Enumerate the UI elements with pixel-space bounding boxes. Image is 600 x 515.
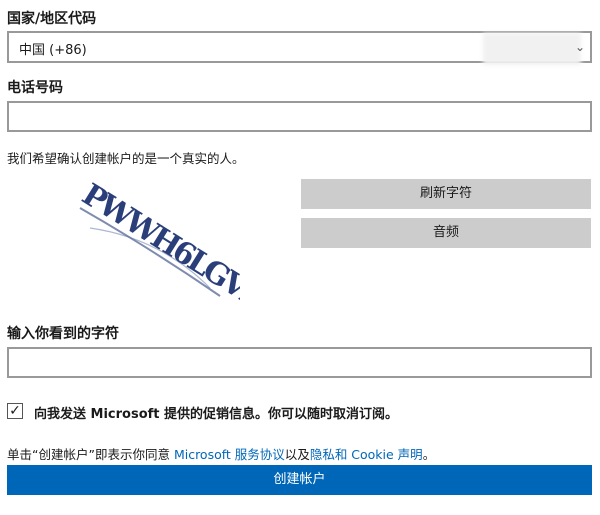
terms-middle: 以及: [284, 447, 310, 462]
terms-prefix: 单击“创建帐户”即表示你同意: [7, 447, 174, 462]
captcha-image: PWWH6LGVK: [76, 178, 240, 318]
blurred-region: [483, 33, 581, 65]
terms-text: 单击“创建帐户”即表示你同意 Microsoft 服务协议以及隐私和 Cooki…: [7, 444, 435, 463]
country-code-value: 中国 (+86): [19, 43, 87, 58]
country-code-select[interactable]: 中国 (+86) ⌄: [7, 31, 592, 65]
chevron-down-icon: ⌄: [574, 40, 585, 54]
audio-button[interactable]: 音频: [301, 218, 591, 248]
captcha-prompt: 我们希望确认创建帐户的是一个真实的人。: [7, 151, 245, 166]
phone-number-input[interactable]: [7, 101, 592, 132]
captcha-input-label: 输入你看到的字符: [7, 326, 119, 342]
captcha-text: PWWH6LGVK: [76, 178, 240, 318]
privacy-statement-link[interactable]: 隐私和 Cookie 声明: [310, 447, 423, 462]
service-agreement-link[interactable]: Microsoft 服务协议: [174, 447, 285, 462]
country-code-label: 国家/地区代码: [7, 11, 97, 27]
terms-suffix: 。: [422, 447, 436, 462]
phone-number-label: 电话号码: [7, 80, 63, 96]
promo-label: 向我发送 Microsoft 提供的促销信息。你可以随时取消订阅。: [34, 407, 399, 422]
refresh-characters-button[interactable]: 刷新字符: [301, 179, 591, 209]
create-account-button[interactable]: 创建帐户: [7, 465, 592, 495]
check-icon: ✓: [9, 403, 21, 419]
captcha-input[interactable]: [7, 347, 592, 378]
promo-checkbox[interactable]: ✓: [7, 403, 23, 419]
